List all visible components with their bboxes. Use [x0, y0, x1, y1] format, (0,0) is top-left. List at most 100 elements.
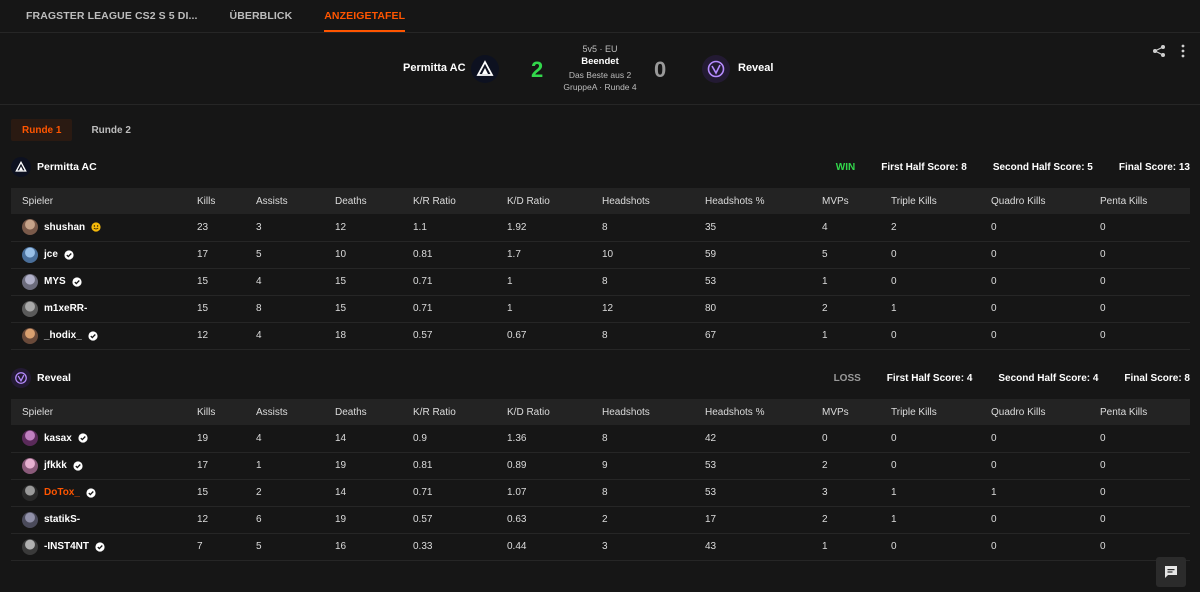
player-row: m1xeRR- 15 8 15 0.71 1 12 80 2 1 0 0	[11, 295, 1190, 322]
team-b-logo[interactable]	[702, 55, 730, 83]
stat-cell: 12	[197, 330, 209, 341]
team-a-header-name[interactable]: Permitta AC	[403, 62, 466, 74]
stat-cell: 7	[197, 541, 203, 552]
stat-cell: 0.57	[413, 330, 433, 341]
player-link[interactable]: kasax	[22, 430, 197, 447]
player-name: _hodix_	[44, 330, 82, 341]
share-icon[interactable]	[1152, 44, 1166, 61]
player-cell: MYS	[11, 268, 197, 295]
player-row: -INST4NT 7 5 16 0.33 0.44 3 43 1 0 0 0	[11, 533, 1190, 560]
verified-badge-icon	[88, 330, 98, 341]
stat-cell: 8	[602, 276, 608, 287]
stat-cell: 10	[335, 249, 347, 260]
stat-cell: 1	[822, 330, 828, 341]
stat-cell: 15	[197, 276, 209, 287]
stat-cell: 5	[822, 249, 828, 260]
stat-cell: 0	[1100, 514, 1106, 525]
stat-cell: 2	[822, 514, 828, 525]
player-cell: -INST4NT	[11, 533, 197, 560]
stat-cell: 8	[256, 303, 262, 314]
stat-cell: 5	[256, 249, 262, 260]
stat-cell: 8	[602, 487, 608, 498]
player-row: _hodix_ 12 4 18 0.57 0.67 8 67 1 0 0 0	[11, 322, 1190, 349]
column-header: Deaths	[335, 195, 367, 207]
round-tab-2[interactable]: Runde 2	[80, 119, 141, 141]
stat-cell: 0.81	[413, 460, 433, 471]
player-link[interactable]: -INST4NT	[22, 538, 197, 555]
stat-cell: 19	[197, 432, 209, 444]
stat-cell: 2	[256, 487, 262, 498]
column-header: Headshots	[602, 195, 650, 207]
stat-cell: 4	[256, 276, 262, 287]
match-status: Beendet	[581, 56, 619, 67]
player-cell: jce	[11, 241, 197, 268]
column-header: Assists	[256, 195, 288, 207]
avatar	[22, 511, 38, 528]
column-header: K/R Ratio	[413, 406, 456, 418]
stat-cell: 1	[891, 514, 897, 525]
table-header: Spieler Kills Assists Deaths K/R Ratio K/D Ra…	[11, 399, 1190, 425]
stat-cell: 35	[705, 221, 717, 233]
stat-cell: 0.44	[507, 541, 527, 552]
player-link[interactable]: MYS	[22, 273, 197, 290]
stat-cell: 1	[822, 276, 828, 287]
team-a-logo[interactable]	[471, 55, 499, 83]
player-name: MYS	[44, 276, 66, 287]
stat-cell: 0	[891, 432, 897, 444]
tab-overview[interactable]: ÜBERBLICK	[230, 0, 293, 32]
stat-cell: 0	[891, 249, 897, 260]
stat-cell: 14	[335, 487, 347, 498]
team-b-score: 0	[654, 57, 667, 82]
stat-cell: 8	[602, 330, 608, 341]
player-name: m1xeRR-	[44, 303, 88, 314]
column-header: Quadro Kills	[991, 195, 1046, 207]
stat-cell: 3	[602, 541, 608, 552]
stat-cell: 0	[891, 330, 897, 341]
stat-cell: 0	[991, 249, 997, 260]
column-header: Penta Kills	[1100, 406, 1148, 418]
player-link[interactable]: statikS-	[22, 511, 197, 528]
chat-button[interactable]	[1156, 557, 1186, 587]
avatar	[22, 457, 38, 474]
tab-scoreboard[interactable]: ANZEIGETAFEL	[324, 0, 406, 32]
stat-cell: 0.81	[413, 249, 433, 260]
avatar	[22, 327, 38, 344]
column-header: Deaths	[335, 406, 367, 418]
stat-cell: 18	[335, 330, 347, 341]
player-link[interactable]: DoTox_	[22, 484, 197, 501]
team-b-name[interactable]: Reveal	[37, 372, 71, 384]
player-row: kasax 19 4 14 0.9 1.36 8 42 0 0 0 0	[11, 425, 1190, 452]
stat-cell: 3	[822, 487, 828, 498]
column-header: Headshots %	[705, 406, 765, 418]
player-link[interactable]: jce	[22, 246, 197, 263]
player-cell: jfkkk	[11, 452, 197, 479]
round-tab-1[interactable]: Runde 1	[11, 119, 73, 141]
verified-badge-icon	[78, 433, 88, 443]
player-link[interactable]: jfkkk	[22, 457, 197, 474]
stat-cell: 0	[1100, 276, 1106, 287]
stat-cell: 1	[256, 460, 262, 471]
match-group-round: GruppeA · Runde 4	[563, 82, 637, 92]
player-link[interactable]: m1xeRR-	[22, 300, 197, 317]
player-row: jce 17 5 10 0.81 1.7 10 59 5 0 0 0	[11, 241, 1190, 268]
more-vertical-icon[interactable]	[1180, 44, 1186, 61]
player-link[interactable]: shushan	[22, 219, 197, 236]
team-b-header-name[interactable]: Reveal	[738, 62, 773, 74]
team-a-section: Permitta AC WIN First Half Score: 8 Seco…	[11, 154, 1190, 350]
stat-cell: 0	[1100, 221, 1106, 233]
stat-cell: 12	[197, 514, 209, 525]
reveal-logo-icon	[15, 372, 27, 384]
stat-cell: 19	[335, 460, 347, 471]
permitta-logo-icon	[15, 161, 27, 172]
team-a-name[interactable]: Permitta AC	[37, 161, 97, 173]
stat-cell: 2	[822, 460, 828, 471]
column-header: Spieler	[22, 195, 54, 207]
column-header: Headshots %	[705, 195, 765, 207]
stat-cell: 2	[822, 303, 828, 314]
stat-cell: 8	[602, 432, 608, 444]
player-link[interactable]: _hodix_	[22, 327, 197, 344]
column-header: Kills	[197, 195, 216, 207]
tab-tournament[interactable]: FRAGSTER LEAGUE CS2 S 5 DI...	[26, 0, 198, 32]
stat-cell: 1.07	[507, 487, 527, 498]
avatar	[22, 219, 38, 236]
